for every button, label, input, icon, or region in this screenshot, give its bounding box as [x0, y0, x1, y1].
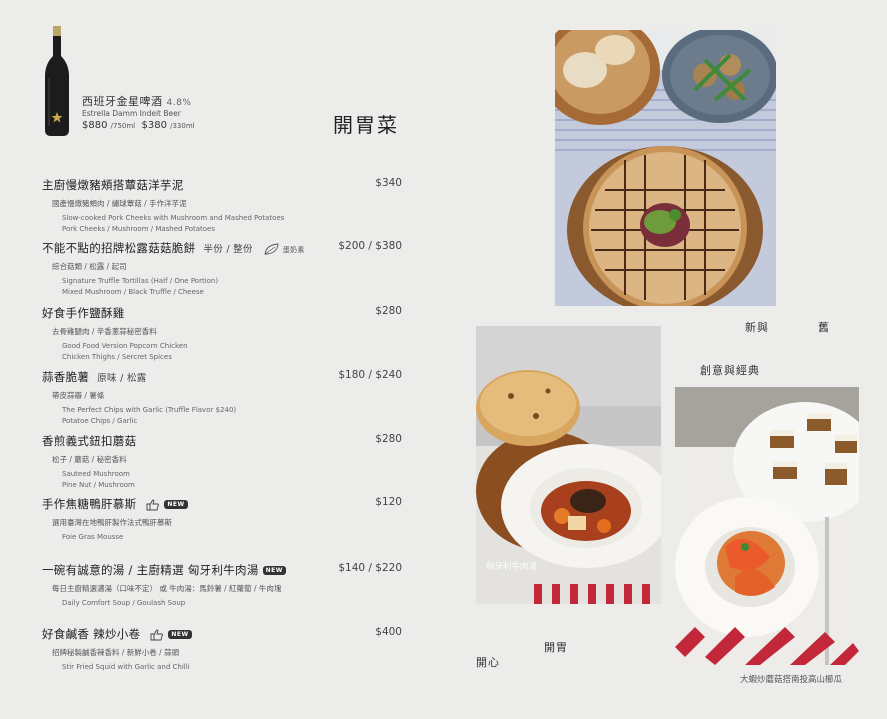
item-name: 好食手作鹽酥雞 [42, 306, 125, 320]
section-title: 開胃菜 [333, 113, 399, 137]
thumbs-up-icon [150, 629, 164, 641]
deco-text-new: 新與 [745, 321, 769, 334]
new-badge: NEW [262, 566, 286, 575]
item-desc-zh: 帶皮蒜瓣 / 薯條 [52, 391, 105, 400]
item-desc-en: Signature Truffle Tortillas (Half / One … [62, 277, 219, 296]
item-name: 主廚慢燉豬頰搭蕈菇洋芋泥 [42, 178, 184, 192]
new-badge: NEW [168, 630, 192, 639]
item-price: $120 [375, 496, 402, 508]
item-price: $140 / $220 [338, 562, 402, 574]
leaf-icon [263, 242, 281, 256]
shrimp-caption: 大蝦炒蘑菇搭南投高山櫛瓜 [740, 675, 843, 685]
item-price: $280 [375, 433, 402, 445]
item-desc-en: Slow-cooked Pork Cheeks with Mushroom an… [62, 214, 285, 233]
item-desc-en: Stir Fried Squid with Garlic and Chilli [62, 663, 190, 671]
shrimp-mushroom-photo [675, 387, 859, 665]
menu-item: 蒜香脆薯 原味 / 松露 $180 / $240 帶皮蒜瓣 / 薯條 The Pe… [42, 369, 402, 427]
item-desc-zh: 招牌秘製鹹香辣香料 / 新鮮小卷 / 蒜頭 [52, 648, 180, 657]
item-desc-zh: 國產慢燉豬頰肉 / 繡球蕈菇 / 手作洋芋泥 [52, 199, 187, 208]
beer-abv: 4.8% [166, 98, 192, 108]
item-price: $340 [375, 177, 402, 189]
item-price: $180 / $240 [338, 369, 402, 381]
menu-item: 好食手作鹽酥雞 $280 去骨雞腿肉 / 辛香蔥蒜秘密香料 Good Food … [42, 305, 402, 363]
deco-text-old: 舊 [818, 321, 830, 334]
item-option: 原味 / 松露 [97, 373, 147, 384]
menu-item: 香煎義式鈕扣蘑菇 $280 松子 / 蘑菇 / 秘密香料 Sauteed Mus… [42, 433, 402, 491]
beer-name-en: Estrella Damm Indeit Beer [82, 109, 181, 118]
goulash-soup-photo: 匈牙利牛肉湯 [476, 326, 661, 604]
menu-item: 主廚慢燉豬頰搭蕈菇洋芋泥 $340 國產慢燉豬頰肉 / 繡球蕈菇 / 手作洋芋泥… [42, 177, 402, 235]
vegetarian-label: 蛋奶素 [282, 246, 305, 254]
menu-item: 手作焦糖鴨肝慕斯 NEW $120 選用臺灣在地鴨肝製作法式鴨肝慕斯 Foie … [42, 496, 402, 543]
menu-item: 不能不點的招牌松露菇菇脆餅 半份 / 整份 蛋奶素 $200 / $380 綜合菇… [42, 240, 402, 298]
beer-bottle-image [38, 26, 76, 138]
deco-text-appetite: 開胃 [544, 641, 568, 654]
item-name: 好食鹹香 辣炒小卷 NEW [42, 626, 402, 642]
item-desc-zh: 每日主廚精選濃湯（口味不定） 或 牛肉湯：馬鈴薯 / 紅蘿蔔 / 牛肉塊 [52, 584, 282, 593]
beer-price: $880 /750ml $380 /330ml [82, 120, 195, 131]
item-desc-zh: 去骨雞腿肉 / 辛香蔥蒜秘密香料 [52, 327, 157, 336]
thumbs-up-icon [146, 499, 160, 511]
truffle-tortilla-photo [555, 30, 776, 306]
item-desc-en: Daily Comfort Soup / Goulash Soup [62, 599, 186, 607]
soup-caption: 匈牙利牛肉湯 [486, 562, 538, 572]
item-desc-en: Sauteed Mushroom Pine Nut / Mushroom [62, 470, 135, 489]
item-desc-zh: 選用臺灣在地鴨肝製作法式鴨肝慕斯 [52, 518, 172, 527]
item-price: $400 [375, 626, 402, 638]
item-name: 手作焦糖鴨肝慕斯 NEW [42, 496, 402, 512]
menu-item: 好食鹹香 辣炒小卷 NEW $400 招牌秘製鹹香辣香料 / 新鮮小卷 / 蒜頭… [42, 626, 402, 673]
item-desc-zh: 綜合菇類 / 松露 / 起司 [52, 262, 127, 271]
item-price: $200 / $380 [338, 240, 402, 252]
item-desc-zh: 松子 / 蘑菇 / 秘密香料 [52, 455, 127, 464]
item-name: 香煎義式鈕扣蘑菇 [42, 434, 137, 448]
deco-text-happy: 開心 [476, 656, 500, 669]
item-option: 半份 / 整份 [203, 244, 253, 255]
new-badge: NEW [164, 500, 188, 509]
deco-text-creative: 創意與經典 [700, 364, 760, 377]
item-price: $280 [375, 305, 402, 317]
item-desc-en: Good Food Version Popcorn Chicken Chicken… [62, 342, 188, 361]
item-desc-en: Foie Gras Mousse [62, 533, 124, 541]
item-desc-en: The Perfect Chips with Garlic (Truffle F… [62, 406, 237, 425]
beer-name: 西班牙金星啤酒 4.8% [82, 95, 192, 108]
menu-item: 一碗有誠意的湯 / 主廚精選 匈牙利牛肉湯 NEW $140 / $220 每日主… [42, 562, 402, 609]
